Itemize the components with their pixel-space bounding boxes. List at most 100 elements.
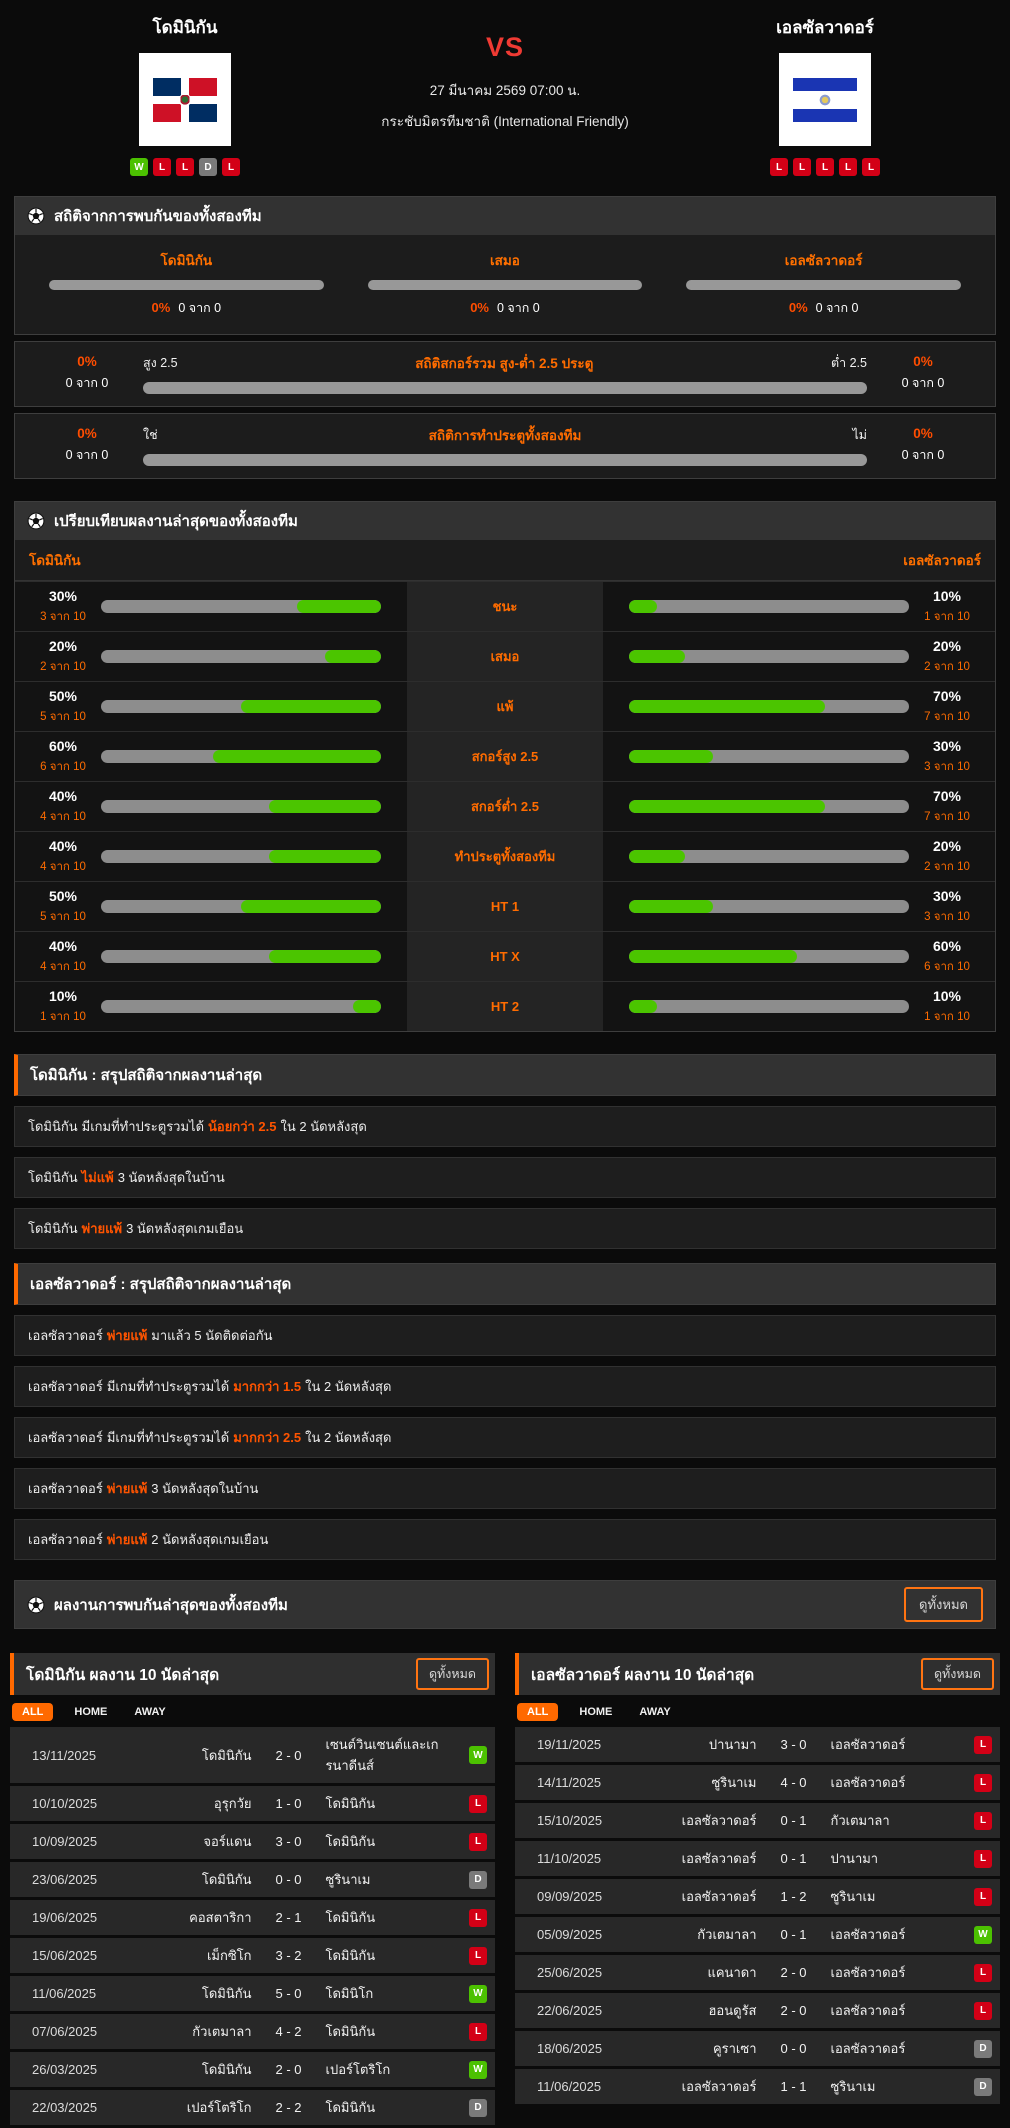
home-team-block: โดมินิกัน WLLDL	[0, 8, 370, 176]
match-row[interactable]: 10/10/2025 อุรุกวัย 1 - 0 โดมินิกัน L	[10, 1786, 495, 1821]
away-team: เอลซัลวาดอร์	[830, 1775, 906, 1790]
match-date: 11/06/2025	[32, 1986, 97, 2001]
match-row[interactable]: 15/10/2025 เอลซัลวาดอร์ 0 - 1 กัวเตมาลา …	[515, 1803, 1000, 1838]
compare-stat-label: เสมอ	[407, 632, 603, 681]
away-team: ปานามา	[830, 1851, 879, 1866]
home-team: โดมินิกัน	[201, 1872, 252, 1887]
match-row[interactable]: 14/11/2025 ซูรินาเม 4 - 0 เอลซัลวาดอร์ L	[515, 1765, 1000, 1800]
match-row[interactable]: 15/06/2025 เม็กซิโก 3 - 2 โดมินิกัน L	[10, 1938, 495, 1973]
match-row[interactable]: 18/06/2025 คูราเซา 0 - 0 เอลซัลวาดอร์ D	[515, 2031, 1000, 2066]
compare-stat-label: สกอร์ต่ำ 2.5	[407, 782, 603, 831]
result-badge: L	[469, 1908, 487, 1927]
summary-text-post: ใน 2 นัดหลังสุด	[280, 1119, 367, 1134]
away-table-title: เอลซัลวาดอร์ ผลงาน 10 นัดล่าสุด	[531, 1666, 755, 1684]
match-row[interactable]: 23/06/2025 โดมินิกัน 0 - 0 ซูรินาเม D	[10, 1862, 495, 1897]
away-team: เอลซัลวาดอร์	[830, 2041, 906, 2056]
home-stat-bar	[101, 950, 381, 963]
summary-highlight: พ่ายแพ้	[81, 1221, 123, 1236]
match-row[interactable]: 10/09/2025 จอร์แดน 3 - 0 โดมินิกัน L	[10, 1824, 495, 1859]
home-summary-header: โดมินิกัน : สรุปสถิติจากผลงานล่าสุด	[14, 1054, 996, 1096]
match-date: 22/06/2025	[537, 2003, 603, 2018]
home-percent: 60%	[48, 737, 78, 754]
match-row[interactable]: 19/06/2025 คอสตาริกา 2 - 1 โดมินิกัน L	[10, 1900, 495, 1935]
view-all-button[interactable]: ดูทั้งหมด	[415, 1658, 489, 1690]
match-date: 26/03/2025	[32, 2062, 98, 2077]
form-result-badge: L	[770, 158, 788, 176]
match-row[interactable]: 25/06/2025 แคนาดา 2 - 0 เอลซัลวาดอร์ L	[515, 1955, 1000, 1990]
match-date: 10/10/2025	[32, 1796, 98, 1811]
ou-right-label: ต่ำ 2.5	[831, 356, 867, 370]
home-team: จอร์แดน	[203, 1834, 252, 1849]
away-team: กัวเตมาลา	[830, 1813, 890, 1828]
filter-tab[interactable]: HOME	[68, 1703, 113, 1721]
section-title: เปรียบเทียบผลงานล่าสุดของทั้งสองทีม	[54, 513, 298, 530]
away-count: 2 จาก 10	[924, 660, 970, 673]
match-row[interactable]: 19/11/2025 ปานามา 3 - 0 เอลซัลวาดอร์ L	[515, 1727, 1000, 1762]
home-percent: 50%	[48, 887, 78, 904]
match-row[interactable]: 26/03/2025 โดมินิกัน 2 - 0 เปอร์โตริโก W	[10, 2052, 495, 2087]
away-team: ซูรินาเม	[830, 1889, 876, 1904]
home-percent: 50%	[48, 687, 78, 704]
away-percent: 10%	[932, 587, 962, 604]
home-stat-bar	[101, 700, 381, 713]
match-row[interactable]: 07/06/2025 กัวเตมาลา 4 - 2 โดมินิกัน L	[10, 2014, 495, 2049]
home-team: ปานามา	[708, 1737, 757, 1752]
filter-tab[interactable]: ALL	[517, 1703, 559, 1721]
ou-left-label: สูง 2.5	[143, 356, 178, 370]
away-team: เอลซัลวาดอร์	[830, 2003, 906, 2018]
match-row[interactable]: 09/09/2025 เอลซัลวาดอร์ 1 - 2 ซูรินาเม L	[515, 1879, 1000, 1914]
home-stat-bar	[101, 600, 381, 613]
home-team: โดมินิกัน	[201, 1986, 252, 2001]
match-row[interactable]: 22/06/2025 ฮอนดูรัส 2 - 0 เอลซัลวาดอร์ L	[515, 1993, 1000, 2028]
match-date: 09/09/2025	[537, 1889, 603, 1904]
h2h-stat-column: เสมอ 0% 0 จาก 0	[367, 249, 643, 318]
h2h-column-label: โดมินิกัน	[160, 253, 213, 268]
home-table-title: โดมินิกัน ผลงาน 10 นัดล่าสุด	[26, 1666, 220, 1684]
match-row[interactable]: 05/09/2025 กัวเตมาลา 0 - 1 เอลซัลวาดอร์ …	[515, 1917, 1000, 1952]
match-row[interactable]: 22/03/2025 เปอร์โตริโก 2 - 2 โดมินิกัน D	[10, 2090, 495, 2125]
match-score: 4 - 0	[780, 1775, 807, 1790]
compare-row: 60% 6 จาก 10 สกอร์สูง 2.5 30% 3 จาก 10	[15, 731, 995, 781]
compare-row: 40% 4 จาก 10 สกอร์ต่ำ 2.5 70% 7 จาก 10	[15, 781, 995, 831]
summary-text-post: ใน 2 นัดหลังสุด	[305, 1379, 392, 1394]
match-row[interactable]: 11/10/2025 เอลซัลวาดอร์ 0 - 1 ปานามา L	[515, 1841, 1000, 1876]
summary-team: โดมินิกัน	[28, 1170, 78, 1185]
summary-team: เอลซัลวาดอร์	[28, 1379, 103, 1394]
compare-away-label: เอลซัลวาดอร์	[903, 553, 981, 568]
match-score: 1 - 1	[780, 2079, 807, 2094]
compare-row: 40% 4 จาก 10 ทำประตูทั้งสองทีม 20% 2 จาก…	[15, 831, 995, 881]
btts-yes-label: ใช่	[143, 428, 158, 442]
filter-tab[interactable]: AWAY	[633, 1703, 676, 1721]
filter-tab[interactable]: HOME	[573, 1703, 618, 1721]
result-badge: L	[469, 1946, 487, 1965]
compare-section-header: เปรียบเทียบผลงานล่าสุดของทั้งสองทีม	[15, 502, 995, 540]
view-all-button[interactable]: ดูทั้งหมด	[904, 1587, 983, 1622]
away-count: 3 จาก 10	[924, 910, 970, 923]
view-all-button[interactable]: ดูทั้งหมด	[920, 1658, 994, 1690]
compare-row: 40% 4 จาก 10 HT X 60% 6 จาก 10	[15, 931, 995, 981]
filter-tab[interactable]: ALL	[12, 1703, 54, 1721]
home-team: ซูรินาเม	[711, 1775, 757, 1790]
home-stat-bar	[101, 850, 381, 863]
match-row[interactable]: 13/11/2025 โดมินิกัน 2 - 0 เซนต์วินเซนต์…	[10, 1727, 495, 1783]
summary-row: เอลซัลวาดอร์ พ่ายแพ้ 3 นัดหลังสุดในบ้าน	[14, 1468, 996, 1509]
result-badge: L	[974, 1849, 992, 1868]
away-stat-bar	[629, 600, 909, 613]
summary-team: เอลซัลวาดอร์	[28, 1328, 103, 1343]
competition-name: กระชับมิตรทีมชาติ (International Friendl…	[381, 114, 629, 129]
summary-team: เอลซัลวาดอร์	[28, 1430, 103, 1445]
match-row[interactable]: 11/06/2025 โดมินิกัน 5 - 0 โดมินิโก W	[10, 1976, 495, 2011]
filter-tab[interactable]: AWAY	[128, 1703, 171, 1721]
form-result-badge: L	[793, 158, 811, 176]
home-percent: 30%	[48, 587, 78, 604]
compare-row: 20% 2 จาก 10 เสมอ 20% 2 จาก 10	[15, 631, 995, 681]
away-team: โดมินิกัน	[325, 1910, 376, 1925]
match-row[interactable]: 11/06/2025 เอลซัลวาดอร์ 1 - 1 ซูรินาเม D	[515, 2069, 1000, 2104]
btts-right-count: 0 จาก 0	[901, 447, 945, 462]
match-date: 14/11/2025	[537, 1775, 602, 1790]
summary-row: เอลซัลวาดอร์ พ่ายแพ้ มาแล้ว 5 นัดติดต่อกัน	[14, 1315, 996, 1356]
match-score: 2 - 1	[275, 1910, 302, 1925]
summary-row: เอลซัลวาดอร์ มีเกมที่ทำประตูรวมได้ มากกว่า…	[14, 1417, 996, 1458]
summary-team: โดมินิกัน	[28, 1119, 78, 1134]
match-score: 2 - 2	[275, 2100, 302, 2115]
